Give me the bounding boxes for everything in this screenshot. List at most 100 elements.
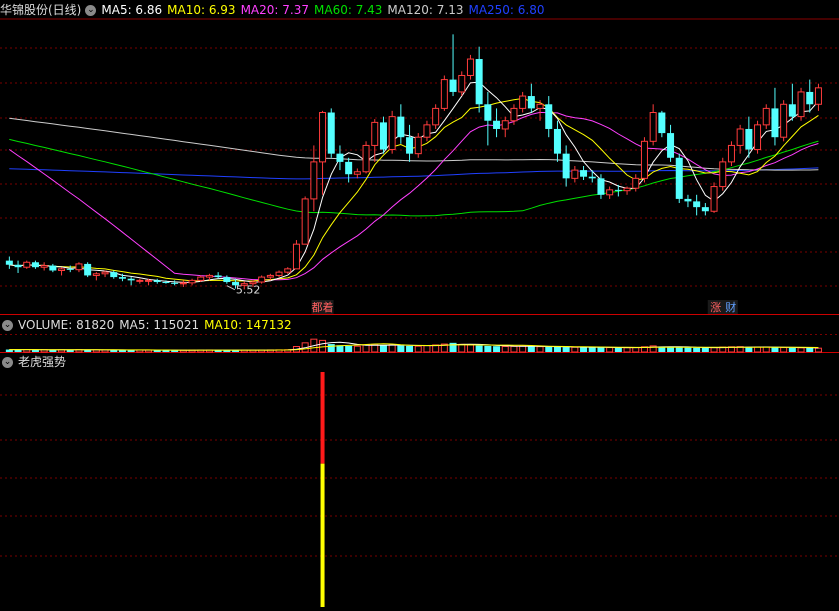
- candle: [788, 83, 796, 121]
- volume-bar: [362, 344, 370, 353]
- candle-body: [440, 79, 448, 109]
- candle-body: [145, 279, 153, 282]
- volume-bar: [623, 347, 631, 353]
- volume-bar: [684, 347, 692, 352]
- candle-body: [205, 274, 213, 278]
- volume-bar: [814, 347, 822, 353]
- ma250-line: [9, 167, 819, 180]
- stock-chart: 5.52 都着 涨财: [0, 18, 839, 607]
- candle: [736, 124, 744, 154]
- volume-bar: [693, 347, 701, 352]
- volume-bar: [771, 347, 779, 352]
- candle-body: [197, 276, 205, 281]
- volume-bar: [606, 347, 614, 353]
- candle: [188, 278, 196, 286]
- candle-body: [84, 263, 92, 276]
- main-legend: 华锦股份(日线) ⌄ MA5: 6.86 MA10: 6.93 MA20: 7.37 MA…: [0, 1, 550, 19]
- candle-body: [397, 116, 405, 138]
- candle: [693, 194, 701, 216]
- indicator-signal-bar: [320, 463, 325, 607]
- candle-body: [658, 112, 666, 134]
- ma60-legend: MA60: 7.43: [314, 3, 383, 17]
- chevron-down-icon[interactable]: ⌄: [2, 320, 13, 331]
- candle-body: [31, 262, 39, 268]
- volume-bar: [588, 347, 596, 352]
- candle-body: [92, 273, 100, 276]
- candle-body: [388, 116, 396, 151]
- candle: [588, 170, 596, 183]
- candle-body: [675, 157, 683, 199]
- candle: [319, 110, 327, 195]
- candle-body: [49, 265, 57, 271]
- candle: [5, 256, 13, 269]
- candle: [571, 166, 579, 183]
- candle: [466, 54, 474, 80]
- volume-bar: [345, 345, 353, 352]
- candle-body: [736, 128, 744, 146]
- candle-body: [597, 178, 605, 195]
- candle-body: [580, 170, 588, 177]
- volume-bar: [484, 345, 492, 352]
- candle-body: [780, 103, 788, 138]
- candle: [440, 75, 448, 111]
- candle: [14, 260, 22, 273]
- candle: [388, 110, 396, 154]
- candle-body: [362, 144, 370, 173]
- candle: [432, 104, 440, 129]
- candle-body: [814, 87, 822, 105]
- ma120-line: [9, 117, 819, 171]
- candle-body: [371, 121, 379, 146]
- candle-body: [14, 264, 22, 268]
- candle-body: [179, 282, 187, 285]
- candle: [345, 157, 353, 183]
- candle: [327, 108, 335, 158]
- candle: [649, 104, 657, 146]
- candle-body: [23, 261, 31, 268]
- ma10-legend: MA10: 6.93: [167, 3, 236, 17]
- candle-body: [188, 279, 196, 284]
- candle: [353, 168, 361, 179]
- chevron-down-icon[interactable]: ⌄: [85, 5, 97, 16]
- volume-bar: [562, 347, 570, 352]
- candle: [371, 119, 379, 162]
- candle-body: [649, 112, 657, 142]
- volume-bar: [780, 347, 788, 353]
- volume-bar: [806, 348, 814, 352]
- candle-body: [493, 120, 501, 129]
- candle: [727, 141, 735, 166]
- candle-body: [771, 108, 779, 138]
- chevron-down-icon[interactable]: ⌄: [2, 357, 13, 368]
- candle-body: [258, 276, 266, 283]
- candle-body: [301, 198, 309, 245]
- candle: [214, 272, 222, 279]
- candle: [545, 96, 553, 138]
- candle-body: [797, 91, 805, 118]
- candle: [23, 260, 31, 269]
- candle-body: [562, 153, 570, 179]
- candle: [623, 186, 631, 195]
- volume-bar: [571, 346, 579, 353]
- candle: [336, 145, 344, 171]
- candle-body: [58, 268, 66, 272]
- candle: [301, 196, 309, 245]
- volume-bar: [501, 346, 509, 353]
- indicator-name: 老虎强势: [18, 355, 67, 369]
- candle: [675, 153, 683, 204]
- candle-body: [266, 274, 274, 278]
- candle-body: [727, 144, 735, 163]
- stock-name: 华锦股份(日线): [0, 3, 82, 17]
- candle-body: [458, 74, 466, 93]
- candle-body: [171, 282, 179, 284]
- candle: [701, 203, 709, 216]
- candle: [414, 133, 422, 158]
- candle-body: [571, 169, 579, 179]
- candle-body: [719, 161, 727, 188]
- candle-body: [223, 277, 231, 283]
- candle-body: [275, 271, 283, 276]
- candle-body: [693, 201, 701, 208]
- candle-body: [510, 107, 518, 122]
- candle: [475, 46, 483, 113]
- candle: [771, 87, 779, 146]
- candle-body: [40, 265, 48, 268]
- volume-bar: [475, 345, 483, 352]
